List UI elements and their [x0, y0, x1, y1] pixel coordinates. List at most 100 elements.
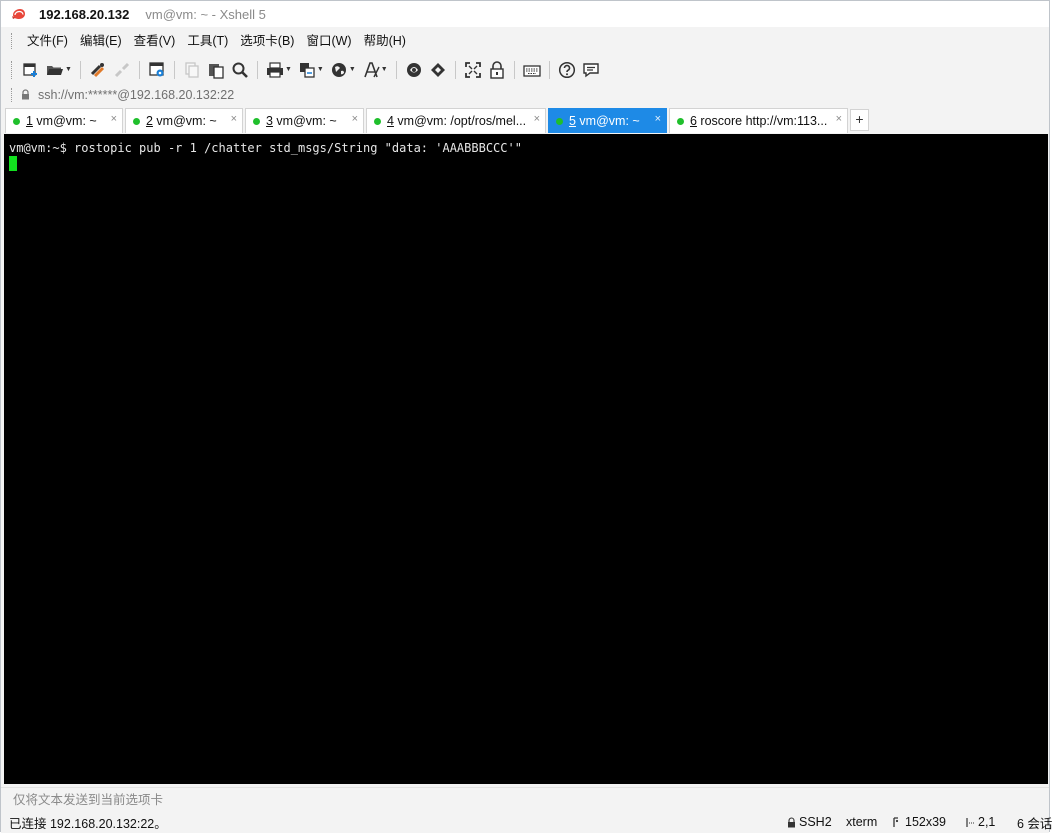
toolbar-grip[interactable] — [11, 60, 13, 79]
terminal-type-status: xterm — [846, 815, 877, 829]
status-dot-icon — [133, 117, 140, 125]
menu-help[interactable]: 帮助(H) — [358, 30, 412, 52]
sessions-status: 6 会话 — [1017, 813, 1052, 832]
menu-window[interactable]: 窗口(W) — [300, 30, 357, 52]
toolbar-separator — [173, 60, 175, 79]
status-dot-icon — [556, 117, 563, 125]
protocol-status: SSH2 — [787, 815, 832, 829]
font-icon — [362, 61, 380, 79]
menu-file[interactable]: 文件(F) — [21, 30, 74, 52]
menu-tab[interactable]: 选项卡(B) — [234, 30, 300, 52]
menu-grip[interactable] — [11, 33, 13, 49]
tab-1[interactable]: 1 vm@vm: ~ × — [5, 108, 123, 133]
xshell-logo-icon[interactable] — [11, 6, 27, 22]
open-button[interactable]: ▼ — [43, 59, 75, 81]
properties-icon — [148, 61, 166, 79]
title-bar: 192.168.20.132 vm@vm: ~ - Xshell 5 — [1, 1, 1049, 27]
properties-button[interactable] — [145, 59, 169, 81]
close-icon[interactable]: × — [352, 113, 358, 125]
paste-icon — [207, 61, 225, 79]
print-button[interactable]: ▼ — [263, 59, 295, 81]
find-button[interactable] — [228, 59, 252, 81]
lock-button[interactable] — [485, 59, 509, 81]
chat-button[interactable] — [579, 59, 603, 81]
connection-status: 已连接 192.168.20.132:22。 — [9, 816, 167, 831]
font-dropdown-icon[interactable]: ▼ — [381, 66, 388, 73]
open-dropdown-icon[interactable]: ▼ — [65, 66, 72, 73]
compose-bar[interactable]: 仅将文本发送到当前选项卡 — [1, 787, 1049, 809]
tab-label: 3 vm@vm: ~ — [266, 114, 337, 128]
toolbar: ▼ ▼ ▼ ▼ ▼ — [1, 56, 1049, 83]
copy-icon — [183, 61, 201, 79]
find-icon — [231, 61, 249, 79]
xmanager-button[interactable] — [426, 59, 450, 81]
font-button[interactable]: ▼ — [359, 59, 391, 81]
reconnect-icon — [89, 61, 107, 79]
tab-label: 5 vm@vm: ~ — [569, 114, 640, 128]
paste-button[interactable] — [204, 59, 228, 81]
window-title-subtitle: vm@vm: ~ - Xshell 5 — [145, 6, 266, 22]
menu-bar: 文件(F) 编辑(E) 查看(V) 工具(T) 选项卡(B) 窗口(W) 帮助(… — [1, 29, 1049, 53]
print-icon — [266, 61, 284, 79]
tab-bar: 1 vm@vm: ~ × 2 vm@vm: ~ × 3 vm@vm: ~ × 4… — [5, 108, 1049, 134]
xmanager-icon — [429, 61, 447, 79]
copy-button[interactable] — [180, 59, 204, 81]
help-button[interactable] — [555, 59, 579, 81]
new-session-icon — [22, 61, 40, 79]
close-icon[interactable]: × — [534, 113, 540, 125]
terminal-view[interactable]: vm@vm:~$ rostopic pub -r 1 /chatter std_… — [4, 134, 1048, 784]
menu-tools[interactable]: 工具(T) — [181, 30, 234, 52]
lock-icon — [21, 88, 30, 103]
cursor-position-icon — [966, 817, 974, 827]
globe-dropdown-icon[interactable]: ▼ — [349, 66, 356, 73]
address-bar[interactable]: ssh://vm:******@192.168.20.132:22 — [7, 85, 1047, 105]
tab-label: 2 vm@vm: ~ — [146, 114, 217, 128]
status-dot-icon — [677, 117, 684, 125]
menu-edit[interactable]: 编辑(E) — [74, 30, 128, 52]
tab-3[interactable]: 3 vm@vm: ~ × — [245, 108, 364, 133]
print-dropdown-icon[interactable]: ▼ — [285, 66, 292, 73]
cursor-position-label: 2,1 — [978, 815, 996, 829]
disconnect-icon — [113, 61, 131, 79]
status-dot-icon — [13, 117, 20, 125]
help-icon — [558, 61, 576, 79]
transfer-dropdown-icon[interactable]: ▼ — [317, 66, 324, 73]
close-icon[interactable]: × — [231, 113, 237, 125]
reconnect-button[interactable] — [86, 59, 110, 81]
size-label: 152x39 — [905, 815, 947, 829]
address-grip[interactable] — [11, 88, 13, 102]
fullscreen-button[interactable] — [461, 59, 485, 81]
transfer-button[interactable]: ▼ — [295, 59, 327, 81]
compose-placeholder[interactable]: 仅将文本发送到当前选项卡 — [13, 789, 163, 808]
toolbar-separator — [256, 60, 258, 79]
fullscreen-icon — [464, 61, 482, 79]
toolbar-separator — [548, 60, 550, 79]
tab-4[interactable]: 4 vm@vm: /opt/ros/mel... × — [366, 108, 546, 133]
open-folder-icon — [46, 61, 64, 79]
toolbar-separator — [454, 60, 456, 79]
toolbar-separator — [395, 60, 397, 79]
tab-label: 1 vm@vm: ~ — [26, 114, 97, 128]
xftp-button[interactable] — [402, 59, 426, 81]
tab-5[interactable]: 5 vm@vm: ~ × — [548, 108, 667, 133]
tab-2[interactable]: 2 vm@vm: ~ × — [125, 108, 243, 133]
toolbar-separator — [138, 60, 140, 79]
lock-icon — [788, 816, 795, 827]
menu-view[interactable]: 查看(V) — [128, 30, 182, 52]
sessions-label: 6 会话 — [1017, 816, 1052, 831]
size-icon — [893, 816, 899, 827]
tab-6[interactable]: 6 roscore http://vm:113... × — [669, 108, 848, 133]
disconnect-button[interactable] — [110, 59, 134, 81]
toolbar-separator — [513, 60, 515, 79]
new-session-button[interactable] — [19, 59, 43, 81]
status-dot-icon — [253, 117, 260, 125]
tab-label: 6 roscore http://vm:113... — [690, 114, 828, 128]
address-text[interactable]: ssh://vm:******@192.168.20.132:22 — [38, 88, 234, 102]
add-tab-button[interactable]: + — [850, 109, 869, 131]
close-icon[interactable]: × — [111, 113, 117, 125]
globe-button[interactable]: ▼ — [327, 59, 359, 81]
keyboard-button[interactable] — [520, 59, 544, 81]
close-icon[interactable]: × — [655, 113, 661, 125]
xshell-window: 192.168.20.132 vm@vm: ~ - Xshell 5 文件(F)… — [0, 0, 1052, 833]
close-icon[interactable]: × — [836, 113, 842, 125]
